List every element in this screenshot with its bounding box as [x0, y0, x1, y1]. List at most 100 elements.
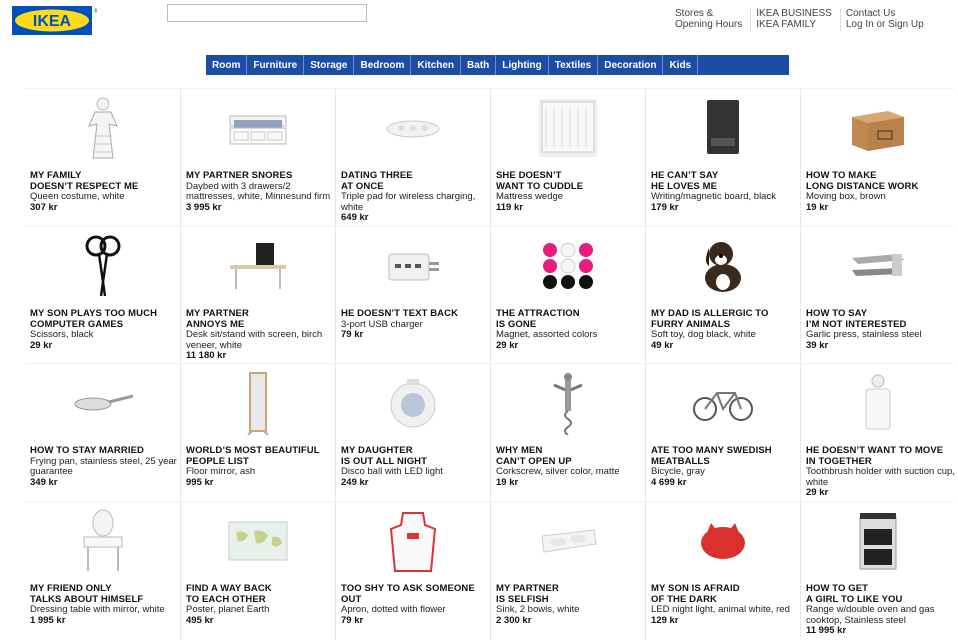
- product-card[interactable]: World’s most beautiful people list Floor …: [180, 363, 335, 501]
- costume-icon[interactable]: [25, 89, 180, 167]
- product-card[interactable]: The attraction is gone Magnet, assorted c…: [490, 226, 645, 363]
- product-card[interactable]: She doesn’t want to cuddle Mattress wedge…: [490, 88, 645, 226]
- product-title[interactable]: My friend only talks about himself: [30, 583, 180, 605]
- product-title[interactable]: How to stay married: [30, 445, 180, 457]
- product-price: 307 kr: [30, 201, 58, 213]
- product-card[interactable]: How to stay married Frying pan, stainless…: [25, 363, 180, 501]
- nav-tab-lighting[interactable]: Lighting: [496, 55, 549, 75]
- product-card[interactable]: My partner is selfish Sink, 2 bowls, whit…: [490, 501, 645, 640]
- product-card[interactable]: How to say I’m not interested Garlic pres…: [800, 226, 955, 363]
- nav-tab-bath[interactable]: Bath: [461, 55, 497, 75]
- product-card[interactable]: He doesn’t want to move in together Tooth…: [800, 363, 955, 501]
- magnets-icon[interactable]: [491, 227, 645, 305]
- disco-ball-icon[interactable]: [336, 364, 490, 442]
- sink-icon[interactable]: [491, 502, 645, 580]
- ikea-family-link[interactable]: IKEA FAMILY: [756, 19, 832, 30]
- product-title[interactable]: Why men can’t open up: [496, 445, 645, 467]
- contact-us-link[interactable]: Contact Us: [846, 8, 924, 19]
- range-oven-icon[interactable]: [801, 502, 955, 580]
- soft-toy-dog-icon[interactable]: [646, 227, 800, 305]
- product-title[interactable]: My partner annoys me: [186, 308, 335, 330]
- product-description: Bicycle, gray: [651, 466, 705, 477]
- night-light-icon[interactable]: [646, 502, 800, 580]
- product-description: Daybed with 3 drawers/2 mattresses, whit…: [186, 180, 331, 202]
- product-card[interactable]: My son plays too much computer games Scis…: [25, 226, 180, 363]
- svg-text:IKEA: IKEA: [33, 13, 72, 30]
- corkscrew-icon[interactable]: [491, 364, 645, 442]
- product-card[interactable]: Too shy to ask someone out Apron, dotted …: [335, 501, 490, 640]
- frying-pan-icon[interactable]: [25, 364, 180, 442]
- login-signup-link[interactable]: Log In or Sign Up: [846, 19, 924, 30]
- mattress-wedge-icon[interactable]: [491, 89, 645, 167]
- charging-pad-icon[interactable]: [336, 89, 490, 167]
- product-card[interactable]: My partner snores Daybed with 3 drawers/2…: [180, 88, 335, 226]
- product-card[interactable]: Ate too many Swedish meatballs Bicycle, g…: [645, 363, 800, 501]
- product-title[interactable]: How to say I’m not interested: [806, 308, 955, 330]
- product-card[interactable]: Dating three at once Triple pad for wirel…: [335, 88, 490, 226]
- nav-tab-bedroom[interactable]: Bedroom: [354, 55, 412, 75]
- product-card[interactable]: My friend only talks about himself Dressi…: [25, 501, 180, 640]
- moving-box-icon[interactable]: [801, 89, 955, 167]
- world-map-poster-icon[interactable]: [181, 502, 335, 580]
- product-title[interactable]: My partner snores: [186, 170, 335, 182]
- product-card[interactable]: Find a way back to each other Poster, pla…: [180, 501, 335, 640]
- product-title[interactable]: How to get a girl to like you: [806, 583, 955, 605]
- ikea-logo[interactable]: IKEA ®: [12, 6, 99, 36]
- nav-tab-decoration[interactable]: Decoration: [598, 55, 664, 75]
- product-card[interactable]: How to make long distance work Moving box…: [800, 88, 955, 226]
- product-title[interactable]: The attraction is gone: [496, 308, 645, 330]
- dressing-table-icon[interactable]: [25, 502, 180, 580]
- product-card[interactable]: My daughter is out all night Disco ball w…: [335, 363, 490, 501]
- nav-tab-kitchen[interactable]: Kitchen: [411, 55, 462, 75]
- product-title[interactable]: Too shy to ask someone out: [341, 583, 490, 605]
- toothbrush-holder-icon[interactable]: [801, 364, 955, 442]
- product-card[interactable]: My partner annoys me Desk sit/stand with …: [180, 226, 335, 363]
- garlic-press-icon[interactable]: [801, 227, 955, 305]
- scissors-icon[interactable]: [25, 227, 180, 305]
- product-price: 179 kr: [651, 201, 679, 213]
- board-icon[interactable]: [646, 89, 800, 167]
- product-description: Disco ball with LED light: [341, 466, 443, 477]
- search-input[interactable]: [167, 4, 367, 22]
- product-title[interactable]: How to make long distance work: [806, 170, 955, 192]
- product-title[interactable]: My son plays too much computer games: [30, 308, 180, 330]
- business-link-group[interactable]: IKEA BUSINESS IKEA FAMILY: [750, 8, 840, 32]
- account-link-group[interactable]: Contact Us Log In or Sign Up: [839, 8, 932, 32]
- product-title[interactable]: Ate too many Swedish meatballs: [651, 445, 800, 467]
- product-title[interactable]: My partner is selfish: [496, 583, 645, 605]
- product-title[interactable]: My son is afraid of the dark: [651, 583, 800, 605]
- product-title[interactable]: He doesn’t want to move in together: [806, 445, 955, 467]
- product-title[interactable]: Dating three at once: [341, 170, 490, 192]
- daybed-icon[interactable]: [181, 89, 335, 167]
- nav-tab-furniture[interactable]: Furniture: [247, 55, 305, 75]
- nav-tab-kids[interactable]: Kids: [663, 55, 699, 75]
- product-card[interactable]: He can’t say he loves me Writing/magnetic…: [645, 88, 800, 226]
- nav-tab-textiles[interactable]: Textiles: [549, 55, 599, 75]
- product-card[interactable]: My family doesn’t respect me Queen costum…: [25, 88, 180, 226]
- desk-icon[interactable]: [181, 227, 335, 305]
- bicycle-icon[interactable]: [646, 364, 800, 442]
- floor-mirror-icon[interactable]: [181, 364, 335, 442]
- stores-link[interactable]: Stores &: [675, 8, 742, 19]
- product-title[interactable]: My daughter is out all night: [341, 445, 490, 467]
- product-card[interactable]: How to get a girl to like you Range w/dou…: [800, 501, 955, 640]
- product-card[interactable]: Why men can’t open up Corkscrew, silver c…: [490, 363, 645, 501]
- product-title[interactable]: My family doesn’t respect me: [30, 170, 180, 192]
- product-card[interactable]: He doesn’t text back 3-port USB charger 79…: [335, 226, 490, 363]
- apron-icon[interactable]: [336, 502, 490, 580]
- product-card[interactable]: My dad is allergic to furry animals Soft …: [645, 226, 800, 363]
- product-title[interactable]: Find a way back to each other: [186, 583, 335, 605]
- product-card[interactable]: My son is afraid of the dark LED night li…: [645, 501, 800, 640]
- stores-link-group[interactable]: Stores & Opening Hours: [670, 8, 750, 32]
- usb-charger-icon[interactable]: [336, 227, 490, 305]
- nav-tab-room[interactable]: Room: [206, 55, 248, 75]
- product-title[interactable]: My dad is allergic to furry animals: [651, 308, 800, 330]
- nav-tab-storage[interactable]: Storage: [304, 55, 355, 75]
- product-title[interactable]: He doesn’t text back: [341, 308, 490, 320]
- ikea-business-link[interactable]: IKEA BUSINESS: [756, 8, 832, 19]
- product-title[interactable]: World’s most beautiful people list: [186, 445, 335, 467]
- product-title[interactable]: She doesn’t want to cuddle: [496, 170, 645, 192]
- product-price: 119 kr: [496, 201, 523, 213]
- product-title[interactable]: He can’t say he loves me: [651, 170, 800, 192]
- opening-hours-link[interactable]: Opening Hours: [675, 19, 742, 30]
